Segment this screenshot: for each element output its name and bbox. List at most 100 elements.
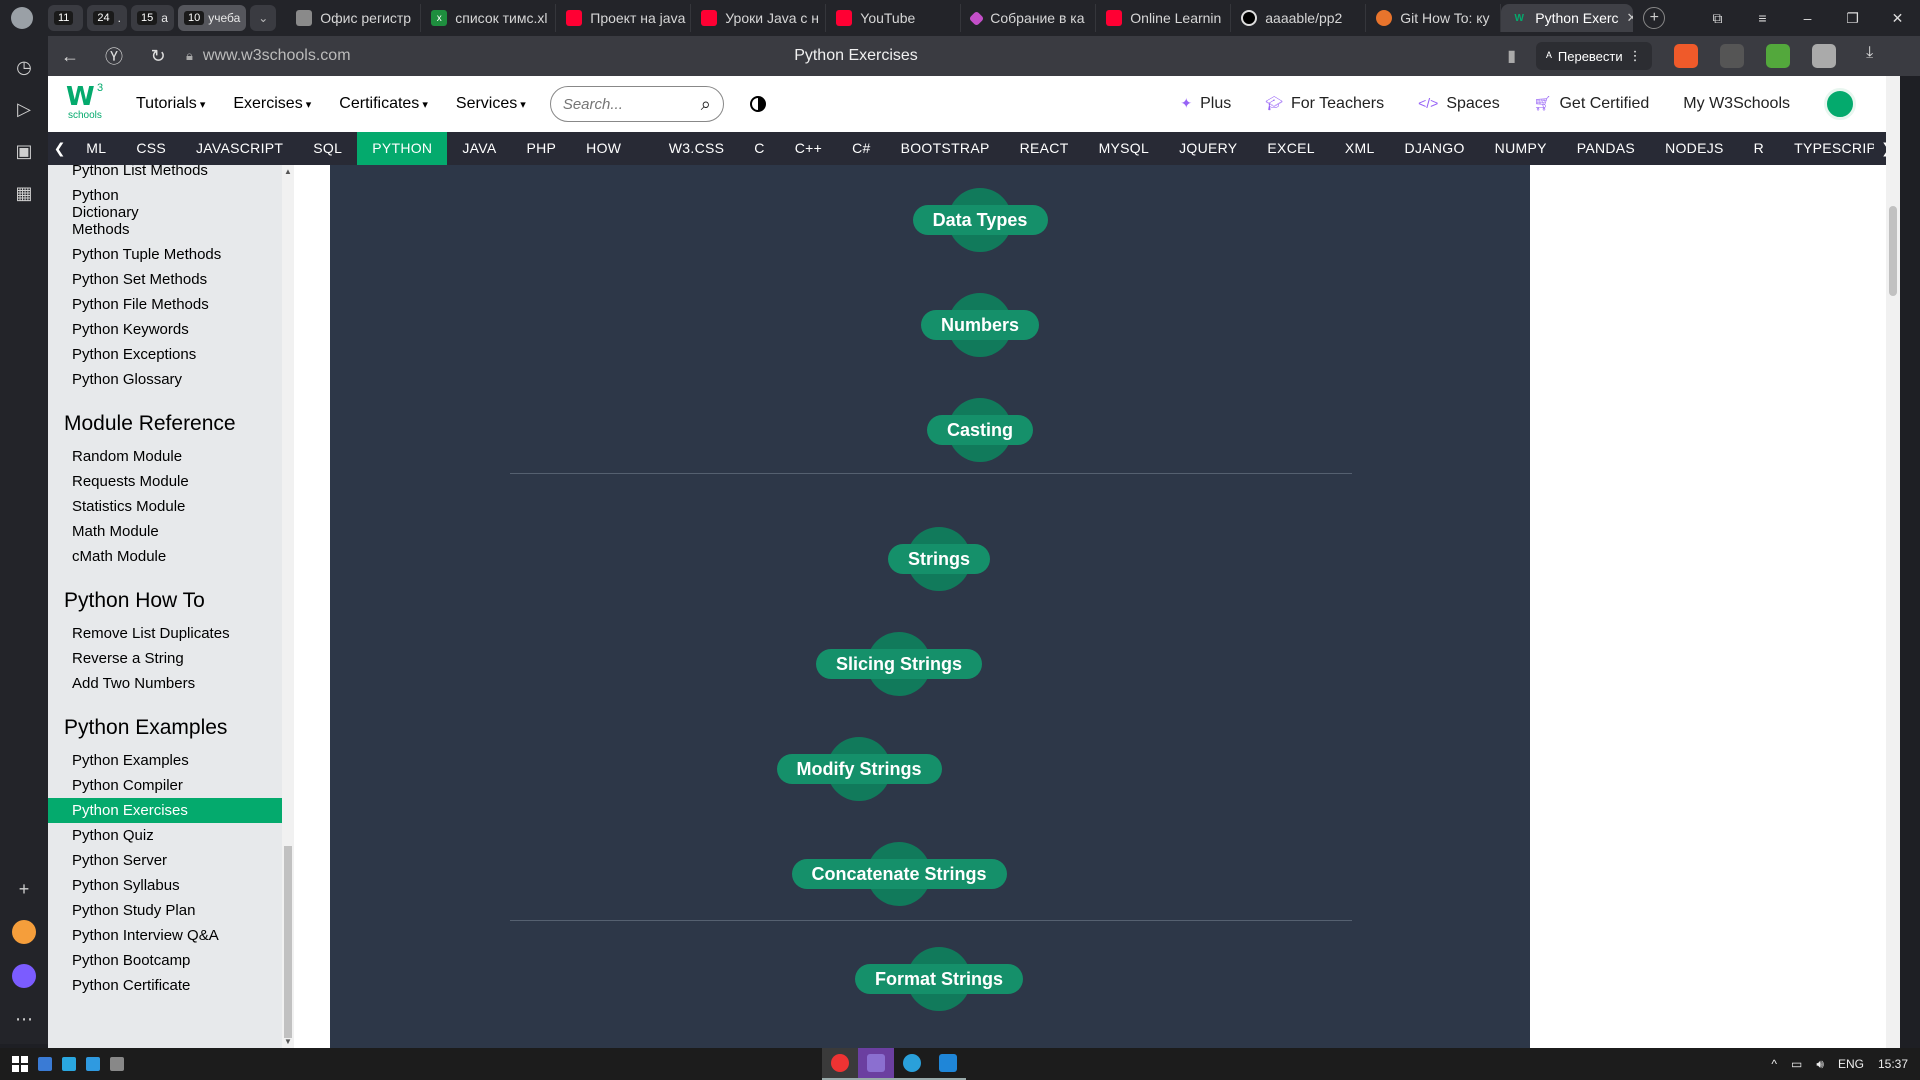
sidebar-link[interactable]: Python Tuple Methods xyxy=(48,242,282,267)
exercise-node[interactable]: Data Types xyxy=(912,188,1048,252)
close-window-button[interactable]: ✕ xyxy=(1875,10,1920,27)
sidebar-link[interactable]: Python Server xyxy=(48,848,282,873)
browser-tab[interactable]: Собрание в ка xyxy=(961,4,1097,32)
exercise-node[interactable]: Slicing Strings xyxy=(816,632,982,696)
tab-group[interactable]: 10 учеба xyxy=(177,5,247,31)
exercise-node[interactable]: Casting xyxy=(927,398,1033,462)
tutorial-link[interactable]: C# xyxy=(837,132,886,165)
collections-icon[interactable]: ⧉ xyxy=(1695,10,1740,27)
extensions-puzzle-icon[interactable] xyxy=(1811,44,1836,68)
scroll-left-icon[interactable]: ❮ xyxy=(48,140,71,157)
sidebar-link[interactable]: Python Glossary xyxy=(48,367,282,392)
download-arrow-extension-icon[interactable] xyxy=(1765,44,1790,68)
sidebar-link[interactable]: Python Dictionary Methods xyxy=(48,183,198,242)
tab-list-chevron-icon[interactable]: ⌄ xyxy=(250,5,277,31)
exercise-node[interactable]: Modify Strings xyxy=(776,737,942,801)
tab-group[interactable]: 24. xyxy=(87,5,128,31)
browser-tab[interactable]: W Python Exerc ✕ xyxy=(1501,4,1634,32)
sidebar-link[interactable]: Python File Methods xyxy=(48,292,282,317)
spaces-link[interactable]: </> Spaces xyxy=(1418,95,1500,113)
maximize-button[interactable]: ❐ xyxy=(1830,10,1875,27)
tutorial-link[interactable]: ML xyxy=(71,132,121,165)
taskbar-app-icon[interactable] xyxy=(62,1057,76,1071)
tutorial-link[interactable]: R xyxy=(1739,132,1779,165)
plus-link[interactable]: ✦ Plus xyxy=(1180,95,1231,113)
yandex-icon[interactable]: Ⓨ xyxy=(92,43,136,69)
exercise-node[interactable]: Strings xyxy=(888,527,990,591)
new-tab-button[interactable]: + xyxy=(1643,7,1666,29)
tutorial-link[interactable]: NODEJS xyxy=(1650,132,1739,165)
exercise-node[interactable]: Concatenate Strings xyxy=(791,842,1007,906)
minimize-button[interactable]: – xyxy=(1785,10,1830,26)
sidebar-link[interactable]: Remove List Duplicates xyxy=(48,621,282,646)
clock[interactable]: 15:37 xyxy=(1878,1057,1908,1071)
reload-button[interactable]: ↻ xyxy=(136,46,180,67)
weather-app-icon[interactable] xyxy=(12,920,36,944)
browser-tab[interactable]: Проект на java xyxy=(556,4,692,32)
menu-icon[interactable]: ≡ xyxy=(1740,10,1785,26)
tutorial-link[interactable]: JAVASCRIPT xyxy=(181,132,298,165)
page-scrollbar[interactable] xyxy=(1886,76,1900,1048)
browser-tab[interactable]: Офис регистр xyxy=(286,4,422,32)
for-teachers-link[interactable]: 🎓︎ For Teachers xyxy=(1265,95,1384,113)
taskbar-app-icon[interactable] xyxy=(38,1057,52,1071)
bookmark-icon[interactable]: ▮ xyxy=(1507,46,1516,66)
tray-chevron-icon[interactable]: ^ xyxy=(1771,1057,1777,1071)
more-icon[interactable]: ⋯ xyxy=(13,1008,35,1030)
sidebar-link[interactable]: Python Set Methods xyxy=(48,267,282,292)
browser-tab[interactable]: x список тимс.xl xyxy=(421,4,557,32)
my-w3schools-link[interactable]: My W3Schools xyxy=(1683,95,1790,113)
back-button[interactable]: ← xyxy=(48,46,92,67)
sidebar-link[interactable]: Python Quiz xyxy=(48,823,282,848)
sidebar-link[interactable]: Python Study Plan xyxy=(48,898,282,923)
tutorial-link[interactable]: BOOTSTRAP xyxy=(886,132,1005,165)
translate-button[interactable]: ᴬ Перевести ⋮ xyxy=(1536,42,1652,70)
vscode-app[interactable] xyxy=(930,1048,966,1080)
sidebar-link[interactable]: Math Module xyxy=(48,519,282,544)
tutorial-link[interactable]: PYTHON xyxy=(357,132,448,165)
apps-grid-icon[interactable]: ▦ xyxy=(13,182,35,204)
add-panel-icon[interactable]: + xyxy=(13,878,35,900)
history-icon[interactable]: ◷ xyxy=(13,56,35,78)
extension-icon[interactable] xyxy=(1719,44,1744,68)
sidebar-link[interactable]: Python Exercises xyxy=(48,798,282,823)
search-icon[interactable]: ⌕ xyxy=(701,94,711,115)
tutorial-link[interactable]: CSS xyxy=(121,132,181,165)
tutorial-link[interactable]: REACT xyxy=(1005,132,1084,165)
dark-mode-toggle-icon[interactable] xyxy=(749,96,766,112)
telegram-app[interactable] xyxy=(894,1048,930,1080)
sidebar-link[interactable]: Python Bootcamp xyxy=(48,948,282,973)
browser-tab[interactable]: YouTube xyxy=(826,4,962,32)
browser-tab[interactable]: Уроки Java с н xyxy=(691,4,827,32)
assistant-app-icon[interactable] xyxy=(12,964,36,988)
windows-start-icon[interactable] xyxy=(12,1056,28,1072)
sidebar-link[interactable]: Statistics Module xyxy=(48,494,282,519)
menu-certificates[interactable]: Certificates xyxy=(339,95,428,113)
yandex-browser-app[interactable] xyxy=(822,1048,858,1080)
url-field[interactable]: 🔒︎ www.w3schools.com Python Exercises ▮ xyxy=(186,41,1526,71)
sidebar-link[interactable]: Python List Methods xyxy=(48,165,282,183)
page-scroll-thumb[interactable] xyxy=(1889,206,1897,296)
exercise-node[interactable]: Format Strings xyxy=(855,947,1023,1011)
menu-services[interactable]: Services xyxy=(456,95,526,113)
taskbar-telegram-icon[interactable] xyxy=(86,1057,100,1071)
sidebar-link[interactable]: Python Keywords xyxy=(48,317,282,342)
tutorial-link[interactable]: HOW TO xyxy=(571,132,654,189)
browser-tab[interactable]: aaaable/pp2 xyxy=(1231,4,1367,32)
sidebar-scroll-thumb[interactable] xyxy=(284,846,292,1038)
tutorial-link[interactable]: SQL xyxy=(298,132,357,165)
browser-tab[interactable]: Git How To: ку xyxy=(1366,4,1502,32)
sidebar-link[interactable]: cMath Module xyxy=(48,544,282,569)
more-vertical-icon[interactable]: ⋮ xyxy=(1629,48,1642,64)
tutorial-link[interactable]: DJANGO xyxy=(1390,132,1480,165)
menu-exercises[interactable]: Exercises xyxy=(233,95,311,113)
tab-group[interactable]: 11 xyxy=(48,5,84,31)
tutorial-link[interactable]: C++ xyxy=(780,132,837,165)
tutorial-link[interactable]: XML xyxy=(1330,132,1390,165)
tab-group[interactable]: 15 a xyxy=(131,5,174,31)
media-play-icon[interactable]: ▷ xyxy=(13,98,35,120)
user-avatar-icon[interactable] xyxy=(1824,88,1856,120)
tutorial-link[interactable]: MYSQL xyxy=(1084,132,1165,165)
search-input[interactable] xyxy=(562,95,683,113)
w3schools-logo[interactable]: W 3 schools xyxy=(66,82,110,124)
